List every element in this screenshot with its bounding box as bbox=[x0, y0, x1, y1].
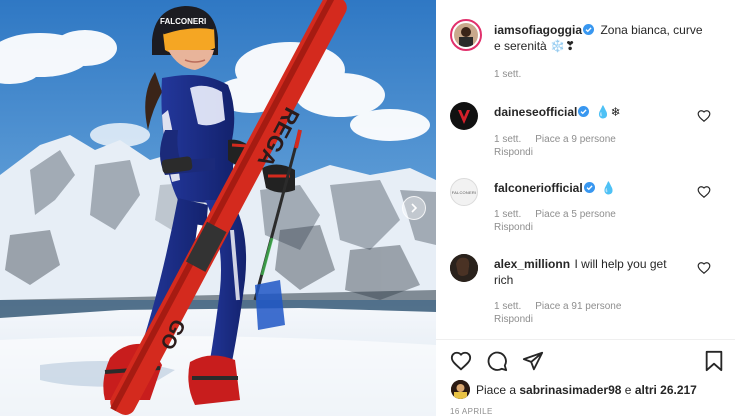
like-comment-heart-icon[interactable] bbox=[697, 261, 711, 275]
dainese-logo-icon bbox=[458, 110, 470, 124]
post-caption-line1: Zona bianca, curve bbox=[600, 23, 703, 37]
comment-text: 💧❄ bbox=[595, 105, 621, 119]
likes-summary: Piace a sabrinasimader98 e altri 26.217 bbox=[476, 383, 697, 397]
liker-username[interactable]: sabrinasimader98 bbox=[519, 383, 621, 397]
comment-likes[interactable]: Piace a 91 persone bbox=[535, 301, 621, 312]
post-caption: iamsofiagoggia Zona bianca, curve e sere… bbox=[494, 22, 724, 54]
comment-text-line2: rich bbox=[494, 273, 514, 287]
like-heart-icon[interactable] bbox=[450, 350, 472, 372]
liker-avatar[interactable] bbox=[451, 380, 470, 399]
like-comment-heart-icon[interactable] bbox=[697, 109, 711, 123]
comment-avatar-daineseofficial[interactable] bbox=[450, 102, 478, 130]
comment-username[interactable]: alex_millionn bbox=[494, 257, 570, 271]
post-time: 1 sett. bbox=[494, 69, 535, 80]
bookmark-icon[interactable] bbox=[704, 350, 724, 372]
comment-username[interactable]: daineseofficial bbox=[494, 105, 577, 119]
comment-meta: 1 sett. Piace a 91 persone bbox=[494, 301, 635, 312]
verified-icon bbox=[583, 24, 595, 35]
post-author-name[interactable]: iamsofiagoggia bbox=[494, 23, 582, 37]
verified-icon bbox=[583, 182, 595, 193]
liker-avatar-image bbox=[451, 380, 470, 399]
comment-item: daineseofficial 💧❄ bbox=[494, 104, 621, 120]
likes-and: e bbox=[624, 383, 632, 397]
comments-panel: iamsofiagoggia Zona bianca, curve e sere… bbox=[436, 0, 735, 416]
likes-others-count[interactable]: altri 26.217 bbox=[635, 383, 697, 397]
divider bbox=[436, 339, 735, 340]
verified-icon bbox=[578, 106, 590, 117]
next-photo-button[interactable] bbox=[402, 196, 426, 220]
chevron-right-icon bbox=[411, 203, 418, 213]
reply-button[interactable]: Rispondi bbox=[494, 147, 533, 158]
post-caption-line2: e serenità ❄️❣ bbox=[494, 39, 576, 53]
author-avatar-image bbox=[454, 23, 478, 47]
comment-text: 💧 bbox=[601, 181, 617, 195]
alex-avatar-image bbox=[450, 254, 478, 282]
comment-time: 1 sett. bbox=[494, 209, 522, 220]
post-photo-scene: FALCONERI REGA GO bbox=[0, 0, 436, 416]
like-comment-heart-icon[interactable] bbox=[697, 185, 711, 199]
comment-text: I will help you get bbox=[574, 257, 667, 271]
likes-prefix: Piace a bbox=[476, 383, 517, 397]
author-avatar[interactable] bbox=[450, 19, 482, 51]
comment-avatar-falconeriofficial[interactable]: FALCONERI bbox=[450, 178, 478, 206]
comment-username[interactable]: falconeriofficial bbox=[494, 181, 583, 195]
falconeri-logo-text: FALCONERI bbox=[451, 189, 477, 195]
comment-time: 1 sett. bbox=[494, 134, 522, 145]
comment-likes[interactable]: Piace a 9 persone bbox=[535, 134, 616, 145]
share-send-icon[interactable] bbox=[522, 350, 544, 372]
comment-avatar-alex_millionn[interactable] bbox=[450, 254, 478, 282]
comment-item: alex_millionn I will help you get rich bbox=[494, 256, 694, 288]
post-date: 16 APRILE bbox=[450, 407, 493, 416]
helmet-brand: FALCONERI bbox=[160, 17, 206, 26]
comment-time: 1 sett. bbox=[494, 301, 522, 312]
reply-button[interactable]: Rispondi bbox=[494, 314, 533, 325]
comment-meta: 1 sett. Piace a 9 persone bbox=[494, 134, 630, 145]
post-time-text: 1 sett. bbox=[494, 69, 522, 80]
comment-item: falconeriofficial 💧 bbox=[494, 180, 616, 196]
comment-meta: 1 sett. Piace a 5 persone bbox=[494, 209, 630, 220]
comment-bubble-icon[interactable] bbox=[486, 350, 508, 372]
post-photo[interactable]: FALCONERI REGA GO bbox=[0, 0, 436, 416]
comment-likes[interactable]: Piace a 5 persone bbox=[535, 209, 616, 220]
reply-button[interactable]: Rispondi bbox=[494, 222, 533, 233]
